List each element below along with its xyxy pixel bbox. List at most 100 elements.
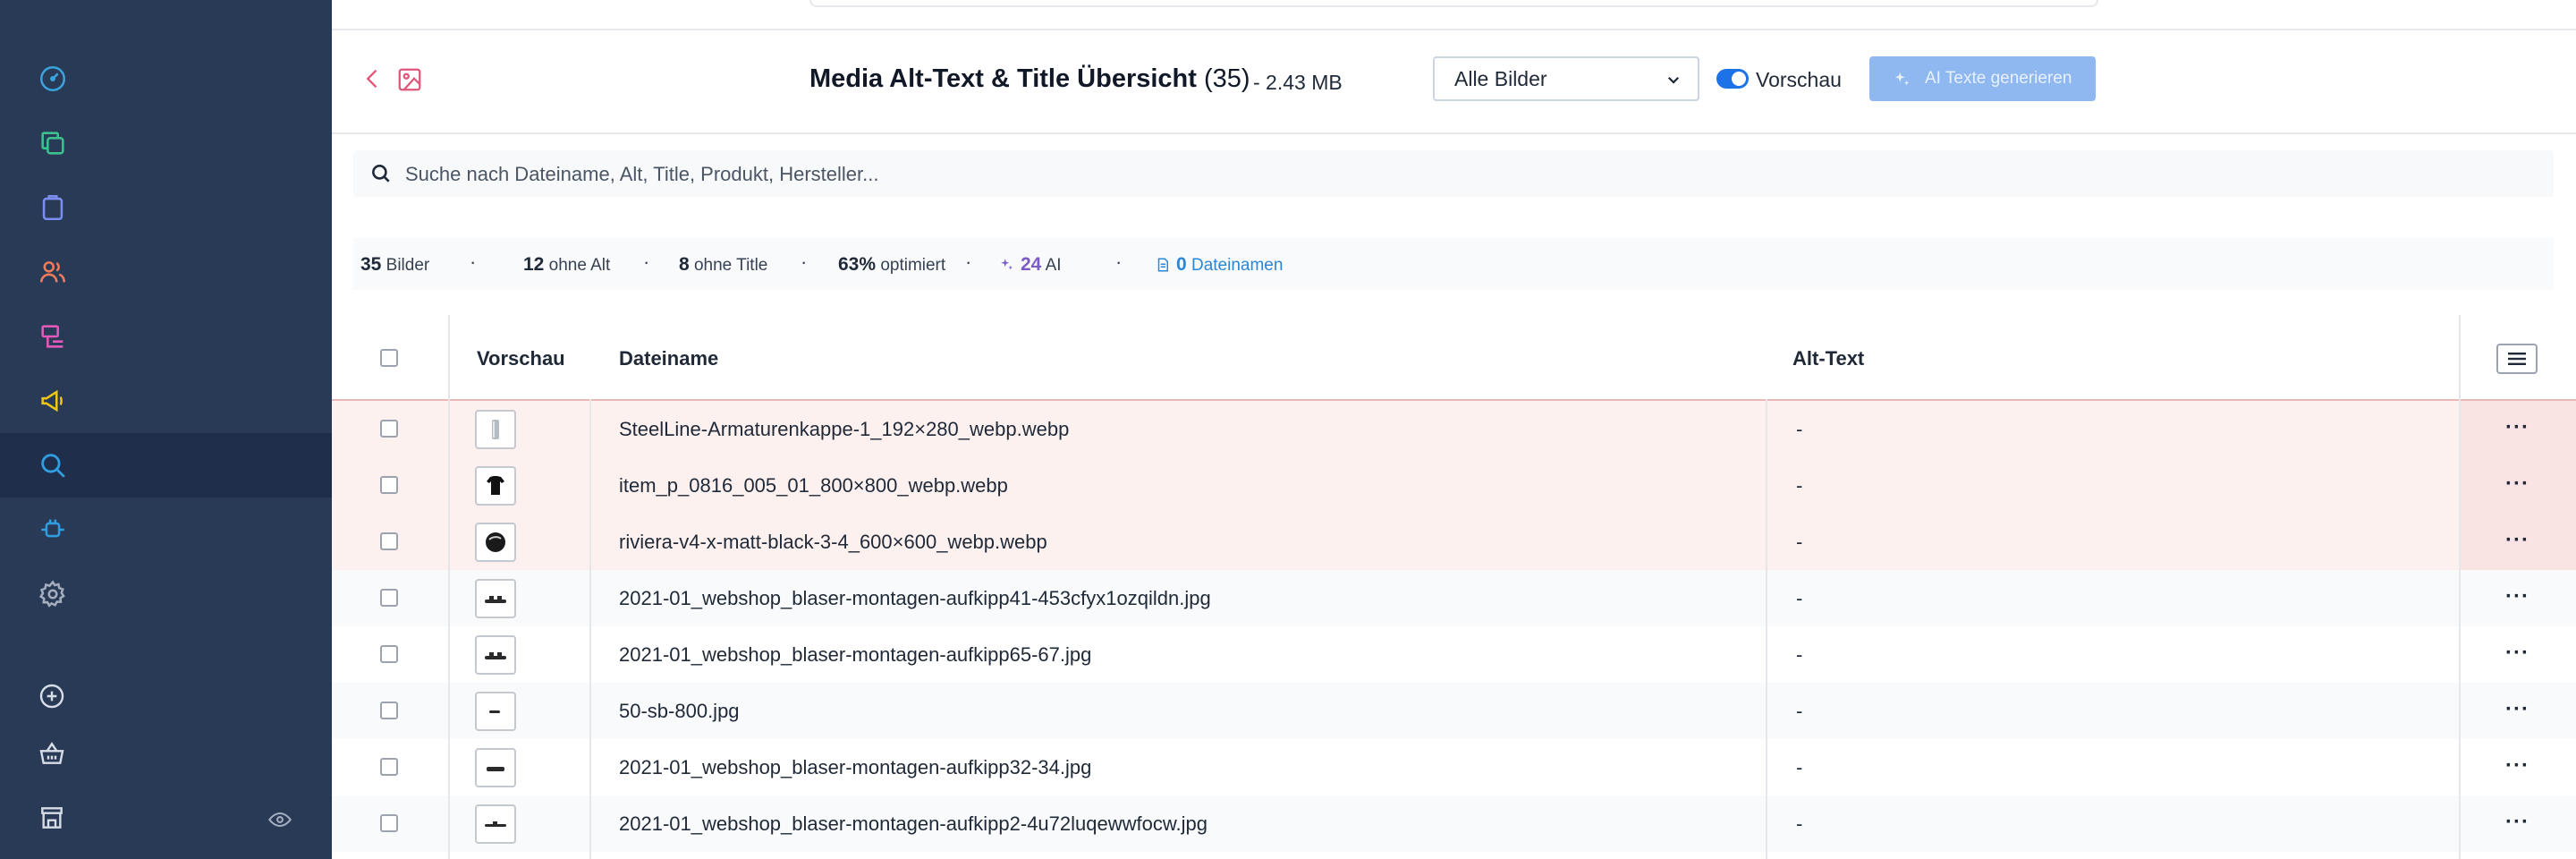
stat-separator: ·: [470, 251, 477, 273]
column-alt-text[interactable]: Alt-Text: [1792, 347, 1864, 370]
plus-circle-icon[interactable]: [38, 682, 66, 710]
table-row[interactable]: riviera-v4-x-matt-black-3-4_600×600_webp…: [332, 514, 2576, 570]
row-filename[interactable]: item_p_0816_005_01_800×800_webp.webp: [619, 474, 1008, 498]
chevron-left-icon[interactable]: [360, 66, 386, 91]
row-more-button[interactable]: ···: [2505, 753, 2529, 778]
sidebar-item-seo[interactable]: [0, 433, 332, 498]
row-more-button[interactable]: ···: [2505, 415, 2529, 440]
table-row[interactable]: 50-sb-800.jpg - ···: [332, 683, 2576, 739]
row-checkbox[interactable]: [380, 645, 398, 663]
row-alt-text[interactable]: -: [1796, 418, 1802, 441]
column-settings-button[interactable]: [2496, 344, 2538, 374]
row-filename[interactable]: 2021-01_webshop_blaser-montagen-aufkipp2…: [619, 812, 1208, 836]
table-row[interactable]: 2021-01_webshop_blaser-montagen-aufkipp6…: [332, 626, 2576, 683]
image-filter-select[interactable]: Alle Bilder: [1433, 56, 1699, 101]
row-checkbox[interactable]: [380, 814, 398, 832]
search-icon: [41, 454, 65, 478]
image-thumbnail[interactable]: [475, 410, 516, 449]
stat-separator: ·: [643, 251, 650, 273]
column-preview[interactable]: Vorschau: [477, 347, 565, 370]
column-divider: [1766, 399, 1767, 859]
preview-toggle[interactable]: [1716, 69, 1749, 89]
row-more-button[interactable]: ···: [2505, 528, 2529, 553]
ai-generate-button[interactable]: AI Texte generieren: [1869, 56, 2096, 101]
row-checkbox[interactable]: [380, 532, 398, 550]
row-alt-text[interactable]: -: [1796, 531, 1802, 554]
search-icon: [372, 165, 390, 183]
table-row[interactable]: 2021-01_webshop_blaser-montagen-aufkipp3…: [332, 739, 2576, 795]
row-alt-text[interactable]: -: [1796, 587, 1802, 610]
sidebar-item-catalogues[interactable]: [0, 111, 332, 175]
row-alt-text[interactable]: -: [1796, 756, 1802, 779]
image-count: (35): [1203, 64, 1250, 93]
sidebar-item-customers[interactable]: [0, 240, 332, 304]
row-filename[interactable]: SteelLine-Armaturenkappe-1_192×280_webp.…: [619, 418, 1069, 441]
table-row[interactable]: SteelLine-Armaturenkappe-1_192×280_webp.…: [332, 401, 2576, 457]
table-row[interactable]: 2021-01_webshop_blaser-montagen-aufkipp4…: [332, 570, 2576, 626]
stats-bar: 35 Bilder · 12 ohne Alt · 8 ohne Title ·…: [353, 238, 2554, 290]
sidebar-item-content[interactable]: [0, 304, 332, 369]
stat-ai[interactable]: 24 AI: [999, 254, 1062, 276]
content-icon: [41, 325, 64, 348]
row-alt-text[interactable]: -: [1796, 643, 1802, 667]
image-thumbnail[interactable]: [475, 466, 516, 506]
media-search: [353, 150, 2554, 199]
row-filename[interactable]: 2021-01_webshop_blaser-montagen-aufkipp6…: [619, 643, 1091, 667]
total-size: - 2.43 MB: [1253, 71, 1343, 94]
clipboard-icon: [42, 194, 64, 221]
image-thumbnail[interactable]: [475, 748, 516, 787]
sidebar-item-orders[interactable]: [0, 175, 332, 240]
row-checkbox[interactable]: [380, 758, 398, 776]
dashboard-icon: [39, 65, 66, 92]
global-search-field[interactable]: [809, 0, 2098, 7]
column-filename[interactable]: Dateiname: [619, 347, 718, 370]
image-thumbnail[interactable]: [475, 579, 516, 618]
sidebar-item-settings[interactable]: [0, 562, 332, 626]
image-preview-icon: [485, 652, 506, 659]
row-alt-text[interactable]: -: [1796, 474, 1802, 498]
image-thumbnail[interactable]: [475, 692, 516, 731]
column-divider: [448, 315, 450, 859]
media-table: Vorschau Dateiname Alt-Text SteelLine-Ar…: [332, 315, 2576, 859]
row-checkbox[interactable]: [380, 702, 398, 719]
row-filename[interactable]: riviera-v4-x-matt-black-3-4_600×600_webp…: [619, 531, 1047, 554]
row-more-button[interactable]: ···: [2505, 697, 2529, 722]
image-thumbnail[interactable]: [475, 523, 516, 562]
image-preview-icon: [487, 476, 504, 495]
row-checkbox[interactable]: [380, 420, 398, 438]
page-title-text: Media Alt-Text & Title Übersicht: [809, 64, 1197, 93]
plugin-icon: [41, 519, 64, 538]
stat-separator: ·: [801, 251, 808, 273]
sidebar-item-extensions[interactable]: [0, 498, 332, 562]
sparkles-icon: [1001, 259, 1013, 270]
stat-filenames[interactable]: 0 Dateinamen: [1155, 254, 1283, 276]
row-more-button[interactable]: ···: [2505, 584, 2529, 609]
row-filename[interactable]: 2021-01_webshop_blaser-montagen-aufkipp3…: [619, 756, 1091, 779]
image-filter-value: Alle Bilder: [1454, 66, 1547, 90]
media-search-input[interactable]: [403, 150, 2536, 199]
store-icon[interactable]: [38, 804, 66, 832]
table-row[interactable]: 2021-01_webshop_blaser-montagen-aufkipp2…: [332, 795, 2576, 852]
eye-icon[interactable]: [267, 807, 292, 832]
image-icon: [398, 68, 421, 91]
select-all-checkbox[interactable]: [380, 349, 398, 367]
sidebar-item-marketing[interactable]: [0, 369, 332, 433]
row-filename[interactable]: 2021-01_webshop_blaser-montagen-aufkipp4…: [619, 587, 1211, 610]
megaphone-icon: [41, 389, 63, 412]
stat-no-title[interactable]: 8 ohne Title: [679, 254, 767, 276]
table-row[interactable]: item_p_0816_005_01_800×800_webp.webp - ···: [332, 457, 2576, 514]
sidebar-item-dashboard[interactable]: [0, 47, 332, 111]
row-alt-text[interactable]: -: [1796, 812, 1802, 836]
basket-icon[interactable]: [38, 739, 66, 768]
row-filename[interactable]: 50-sb-800.jpg: [619, 700, 740, 723]
row-checkbox[interactable]: [380, 589, 398, 607]
image-thumbnail[interactable]: [475, 635, 516, 675]
image-thumbnail[interactable]: [475, 804, 516, 844]
row-more-button[interactable]: ···: [2505, 641, 2529, 666]
row-more-button[interactable]: ···: [2505, 810, 2529, 835]
row-alt-text[interactable]: -: [1796, 700, 1802, 723]
ai-generate-label: AI Texte generieren: [1925, 69, 2072, 88]
row-checkbox[interactable]: [380, 476, 398, 494]
stat-no-alt[interactable]: 12 ohne Alt: [523, 254, 610, 276]
row-more-button[interactable]: ···: [2505, 472, 2529, 497]
